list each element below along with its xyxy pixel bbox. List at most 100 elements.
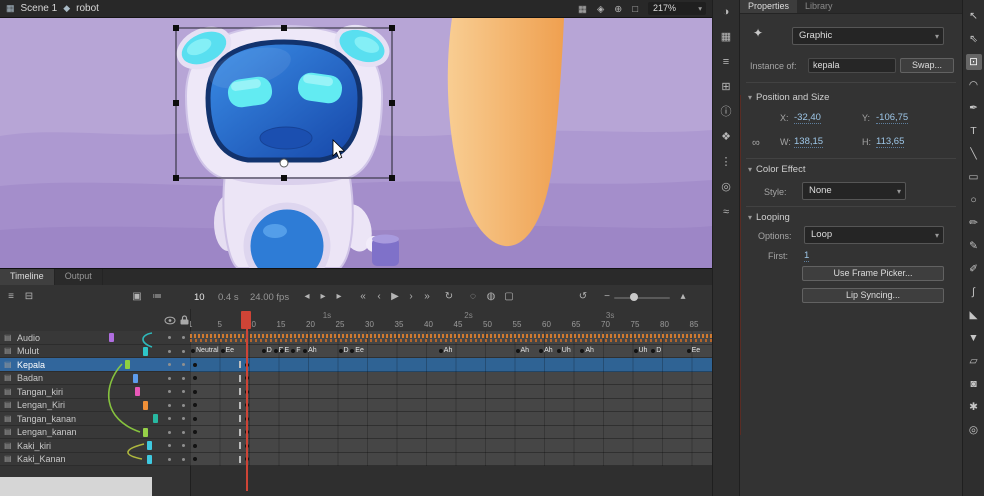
frame-row-lengan_kiri[interactable] xyxy=(190,399,712,413)
line-tool[interactable]: ╲ xyxy=(966,146,982,162)
step-forward-icon[interactable]: ▸ xyxy=(332,290,346,304)
lasso-tool[interactable]: ◠ xyxy=(966,77,982,93)
layer-lock-dot[interactable] xyxy=(182,350,185,353)
pencil-tool[interactable]: ✏ xyxy=(966,215,982,231)
onion-skin-icon[interactable]: ◌ xyxy=(466,290,480,304)
frame-row-kepala[interactable] xyxy=(190,358,712,372)
lock-icon[interactable] xyxy=(180,315,189,325)
libraries-panel-icon[interactable]: ⊞ xyxy=(721,81,730,93)
align-panel-icon[interactable]: ≡ xyxy=(723,56,729,68)
history-panel-icon[interactable]: ◎ xyxy=(721,181,731,193)
layer-visibility-dot[interactable] xyxy=(168,417,171,420)
symbol-breadcrumb[interactable]: robot xyxy=(76,3,99,14)
edit-scene-icon[interactable]: ▦ xyxy=(578,4,587,15)
layer-lock-dot[interactable] xyxy=(182,431,185,434)
frame-row-tangan_kanan[interactable] xyxy=(190,412,712,426)
play-button-icon[interactable]: ▸ xyxy=(316,290,330,304)
stage-canvas[interactable] xyxy=(0,18,712,268)
onion-skin-outlines-icon[interactable]: ◍ xyxy=(484,290,498,304)
parenting-view-icon[interactable]: ≔ xyxy=(150,290,164,304)
bone-tool[interactable]: ∫ xyxy=(966,284,982,300)
zoom-level-select[interactable]: 217% ▾ xyxy=(648,2,706,15)
frame-row-audio[interactable] xyxy=(190,331,712,345)
transform-panel-icon[interactable]: ❖ xyxy=(721,131,731,143)
timeline-zoom-knob[interactable] xyxy=(630,293,638,301)
frame-row-kaki_kiri[interactable] xyxy=(190,439,712,453)
delete-layer-icon[interactable]: ⊟ xyxy=(22,290,36,304)
timeline-ruler[interactable]: 15101520253035404550556065707580851s2s3s xyxy=(0,309,712,332)
use-frame-picker-button[interactable]: Use Frame Picker... xyxy=(802,266,944,281)
color-effect-section-header[interactable]: ▾Color Effect xyxy=(748,164,805,175)
properties-tab-library[interactable]: Library xyxy=(797,0,841,13)
frame-row-badan[interactable] xyxy=(190,372,712,386)
layer-visibility-dot[interactable] xyxy=(168,377,171,380)
selection-tool[interactable]: ↖ xyxy=(966,8,982,24)
layer-lock-dot[interactable] xyxy=(182,458,185,461)
layer-lock-dot[interactable] xyxy=(182,363,185,366)
lip-syncing-button[interactable]: Lip Syncing... xyxy=(802,288,944,303)
paint-bucket-tool[interactable]: ◣ xyxy=(966,307,982,323)
position-size-section-header[interactable]: ▾Position and Size xyxy=(748,92,829,103)
transformation-point[interactable] xyxy=(280,159,288,167)
subselection-tool[interactable]: ⇖ xyxy=(966,31,982,47)
timeline-scroll-area[interactable] xyxy=(0,477,152,496)
rectangle-tool[interactable]: ▭ xyxy=(966,169,982,185)
link-width-height-icon[interactable]: ∞ xyxy=(752,137,760,149)
playhead-marker[interactable] xyxy=(241,311,251,329)
swap-button[interactable]: Swap... xyxy=(900,58,954,73)
frame-row-tangan_kiri[interactable] xyxy=(190,385,712,399)
camera-tool[interactable]: ◙ xyxy=(966,376,982,392)
loop-options-select[interactable]: Loop ▾ xyxy=(804,226,944,244)
brushes-panel-icon[interactable]: ⋮ xyxy=(721,156,732,168)
frame-rate-display[interactable]: 24.00 fps xyxy=(250,292,289,303)
zoom-tool[interactable]: ◎ xyxy=(966,422,982,438)
free-transform-tool[interactable]: ⊡ xyxy=(966,54,982,70)
w-value[interactable]: 138,15 xyxy=(794,136,823,148)
edit-multiple-frames-icon[interactable]: ▢ xyxy=(502,290,516,304)
layer-lock-dot[interactable] xyxy=(182,390,185,393)
layer-lock-dot[interactable] xyxy=(182,444,185,447)
scene-breadcrumb[interactable]: Scene 1 xyxy=(21,3,58,14)
timeline-zoom-slider[interactable] xyxy=(614,297,670,299)
paint-brush-tool[interactable]: ✐ xyxy=(966,261,982,277)
text-tool[interactable]: T xyxy=(966,123,982,139)
go-to-first-frame-icon[interactable]: « xyxy=(356,290,370,304)
layer-visibility-dot[interactable] xyxy=(168,390,171,393)
frame-row-kaki_kanan[interactable] xyxy=(190,453,712,467)
frame-row-lengan_kanan[interactable] xyxy=(190,426,712,440)
timeline-zoom-out-icon[interactable]: − xyxy=(600,290,614,304)
previous-frame-icon[interactable]: ‹ xyxy=(372,290,386,304)
eyedropper-tool[interactable]: ▼ xyxy=(966,330,982,346)
brush-tool[interactable]: ✎ xyxy=(966,238,982,254)
y-value[interactable]: -106,75 xyxy=(876,112,908,124)
eye-icon[interactable] xyxy=(164,316,176,325)
frame-row-mulut[interactable]: NeutralEeDEEFAhDEeAhAhAhUhAhUhDEe xyxy=(190,345,712,359)
camera-toggle-icon[interactable]: ▣ xyxy=(130,290,144,304)
swatches-panel-icon[interactable]: ▦ xyxy=(721,31,731,43)
frame-ruler[interactable]: 15101520253035404550556065707580851s2s3s xyxy=(190,309,712,331)
layer-visibility-dot[interactable] xyxy=(168,350,171,353)
layer-visibility-dot[interactable] xyxy=(168,363,171,366)
layer-lock-dot[interactable] xyxy=(182,336,185,339)
layer-visibility-dot[interactable] xyxy=(168,458,171,461)
step-back-icon[interactable]: ◂ xyxy=(300,290,314,304)
timeline-tab-timeline[interactable]: Timeline xyxy=(0,269,55,285)
center-frame-icon[interactable]: ⊕ xyxy=(614,4,622,15)
layer-visibility-dot[interactable] xyxy=(168,404,171,407)
h-value[interactable]: 113,65 xyxy=(876,136,904,148)
eraser-tool[interactable]: ▱ xyxy=(966,353,982,369)
style-select[interactable]: None ▾ xyxy=(802,182,906,200)
clip-content-icon[interactable]: □ xyxy=(632,4,638,15)
timeline-zoom-in-icon[interactable]: ▴ xyxy=(676,290,690,304)
hand-tool[interactable]: ✱ xyxy=(966,399,982,415)
current-frame-display[interactable]: 10 xyxy=(194,292,205,303)
symbol-type-select[interactable]: Graphic ▾ xyxy=(792,27,944,45)
timeline-tab-output[interactable]: Output xyxy=(55,269,103,285)
color-panel-icon[interactable]: ◑ xyxy=(723,6,730,18)
pen-tool[interactable]: ✒ xyxy=(966,100,982,116)
instance-name-field[interactable]: kepala xyxy=(808,58,896,73)
layer-visibility-dot[interactable] xyxy=(168,431,171,434)
looping-section-header[interactable]: ▾Looping xyxy=(748,212,790,223)
layer-lock-dot[interactable] xyxy=(182,404,185,407)
first-frame-value[interactable]: 1 xyxy=(804,250,809,262)
